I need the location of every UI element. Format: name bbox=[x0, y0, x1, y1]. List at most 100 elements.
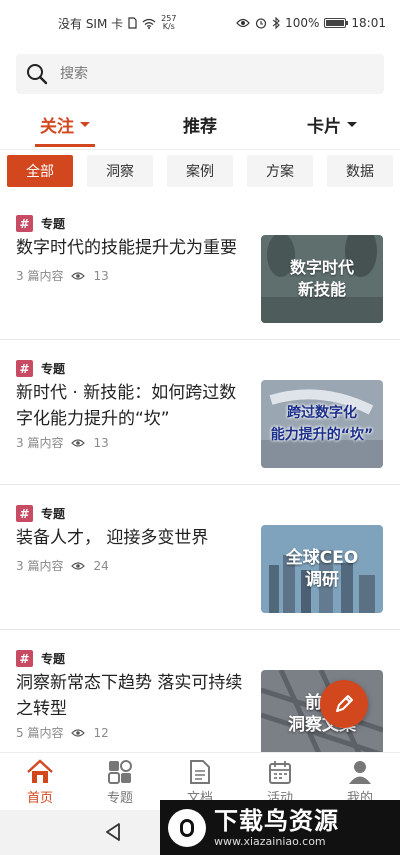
thumbnail-line: 数字时代 bbox=[289, 258, 354, 277]
tab-follow[interactable]: 关注 bbox=[40, 112, 90, 137]
card-thumbnail: 数字时代 新技能 bbox=[261, 235, 383, 323]
filter-insight[interactable]: 洞察 bbox=[87, 155, 153, 187]
card-meta: 3 篇内容 13 bbox=[16, 434, 109, 451]
chevron-down-icon bbox=[347, 122, 357, 127]
watermark-logo bbox=[168, 808, 206, 847]
hashtag-icon: # bbox=[16, 650, 33, 667]
tag-row: # 专题 bbox=[16, 360, 65, 377]
view-count: 13 bbox=[93, 435, 109, 450]
content-count: 3 篇内容 bbox=[16, 436, 64, 450]
tab-recommend-label: 推荐 bbox=[183, 117, 217, 137]
watermark-text: 下载鸟资源 www.xiazainiao.com bbox=[214, 807, 339, 848]
filter-solution[interactable]: 方案 bbox=[247, 155, 313, 187]
tab-follow-label: 关注 bbox=[40, 117, 74, 137]
content-count: 3 篇内容 bbox=[16, 559, 64, 573]
nav-docs[interactable]: 文档 bbox=[160, 759, 240, 806]
list-item[interactable]: # 专题 装备人才， 迎接多变世界 3 篇内容 24 全球CEO 调研 bbox=[0, 485, 400, 630]
grid-icon bbox=[108, 760, 132, 784]
tag-row: # 专题 bbox=[16, 215, 65, 232]
thumbnail-line: 全球CEO bbox=[285, 548, 359, 568]
thumbnail-line: 能力提升的“坎” bbox=[270, 427, 374, 443]
filter-data[interactable]: 数据 bbox=[327, 155, 393, 187]
thumbnail-line: 跨过数字化 bbox=[287, 405, 357, 421]
card-title: 装备人才， 迎接多变世界 bbox=[16, 528, 209, 548]
tag-row: # 专题 bbox=[16, 650, 65, 667]
chevron-down-icon bbox=[80, 122, 90, 127]
eye-icon bbox=[71, 271, 86, 281]
search-bar[interactable] bbox=[16, 54, 384, 94]
battery-fill bbox=[326, 20, 345, 26]
status-left: 没有 SIM 卡 257 K/s bbox=[58, 15, 176, 32]
card-meta: 5 篇内容 12 bbox=[16, 724, 109, 741]
user-icon bbox=[349, 761, 371, 784]
eye-icon bbox=[71, 561, 86, 571]
tag-row: # 专题 bbox=[16, 505, 65, 522]
card-title: 洞察新常态下趋势 落实可持续之转型 bbox=[16, 673, 243, 719]
battery-icon bbox=[324, 18, 349, 28]
nav-topics-label: 专题 bbox=[106, 791, 133, 806]
search-input[interactable] bbox=[58, 65, 362, 83]
tag-label: 专题 bbox=[41, 652, 66, 666]
back-icon[interactable] bbox=[104, 822, 122, 842]
list-item[interactable]: # 专题 新时代 · 新技能：如何跨过数字化能力提升的“坎” 3 篇内容 13 … bbox=[0, 340, 400, 485]
watermark-url: www.xiazainiao.com bbox=[214, 835, 326, 848]
hashtag-icon: # bbox=[16, 215, 33, 232]
hashtag-icon: # bbox=[16, 360, 33, 377]
tag-label: 专题 bbox=[41, 362, 66, 376]
tab-cards[interactable]: 卡片 bbox=[307, 112, 357, 137]
card-thumbnail: 全球CEO 调研 bbox=[261, 525, 383, 613]
search-icon bbox=[27, 64, 48, 85]
view-count: 13 bbox=[93, 268, 109, 283]
nav-home-label: 首页 bbox=[26, 791, 53, 806]
thumbnail-caption: 全球CEO 调研 bbox=[261, 525, 383, 613]
tab-active-indicator bbox=[35, 144, 95, 147]
divider bbox=[0, 149, 400, 150]
net-speed: 257 K/s bbox=[161, 15, 176, 31]
nav-events[interactable]: 活动 bbox=[240, 759, 320, 806]
list-item[interactable]: # 专题 数字时代的技能提升尤为重要 3 篇内容 13 数字时代 新技能 bbox=[0, 195, 400, 340]
nav-home[interactable]: 首页 bbox=[0, 759, 80, 806]
thumbnail-line: 调研 bbox=[305, 570, 339, 590]
time-text: 18:01 bbox=[351, 16, 386, 30]
nav-me[interactable]: 我的 bbox=[320, 759, 400, 806]
net-speed-unit: K/s bbox=[162, 22, 175, 31]
compose-button[interactable] bbox=[320, 680, 368, 728]
card-meta: 3 篇内容 24 bbox=[16, 557, 109, 574]
carrier-text: 没有 SIM 卡 bbox=[58, 16, 124, 31]
nav-topics[interactable]: 专题 bbox=[80, 759, 160, 806]
calendar-icon bbox=[269, 761, 291, 784]
eye-icon bbox=[71, 728, 86, 738]
home-icon bbox=[27, 759, 53, 783]
view-count: 24 bbox=[93, 558, 109, 573]
tab-recommend[interactable]: 推荐 bbox=[183, 112, 217, 137]
battery-text: 100% bbox=[285, 16, 320, 30]
watermark-title: 下载鸟资源 bbox=[214, 807, 339, 835]
filter-bar: 全部 洞察 案例 方案 数据 bbox=[0, 155, 400, 189]
tab-cards-label: 卡片 bbox=[307, 117, 341, 137]
edit-icon bbox=[336, 695, 353, 712]
thumbnail-caption: 数字时代 新技能 bbox=[261, 235, 383, 323]
eye-comfort-icon bbox=[236, 18, 250, 28]
view-count: 12 bbox=[93, 725, 109, 740]
sim-icon bbox=[128, 17, 137, 29]
eye-icon bbox=[71, 438, 86, 448]
wifi-icon bbox=[142, 18, 156, 29]
filter-all[interactable]: 全部 bbox=[7, 155, 73, 187]
content-count: 3 篇内容 bbox=[16, 269, 64, 283]
card-title: 新时代 · 新技能：如何跨过数字化能力提升的“坎” bbox=[16, 383, 237, 429]
document-icon bbox=[190, 760, 210, 784]
content-count: 5 篇内容 bbox=[16, 726, 64, 740]
thumbnail-caption: 跨过数字化 能力提升的“坎” bbox=[261, 380, 383, 468]
status-bar: 没有 SIM 卡 257 K/s 100% 18:01 bbox=[0, 0, 400, 46]
bluetooth-icon bbox=[272, 17, 280, 29]
card-meta: 3 篇内容 13 bbox=[16, 267, 109, 284]
filter-case[interactable]: 案例 bbox=[167, 155, 233, 187]
hashtag-icon: # bbox=[16, 505, 33, 522]
tag-label: 专题 bbox=[41, 507, 66, 521]
status-right: 100% 18:01 bbox=[236, 16, 386, 30]
tag-label: 专题 bbox=[41, 217, 66, 231]
watermark: 下载鸟资源 www.xiazainiao.com bbox=[160, 800, 400, 855]
alarm-icon bbox=[255, 18, 267, 29]
card-thumbnail: 跨过数字化 能力提升的“坎” bbox=[261, 380, 383, 468]
top-tabs: 关注 推荐 卡片 bbox=[0, 100, 400, 147]
